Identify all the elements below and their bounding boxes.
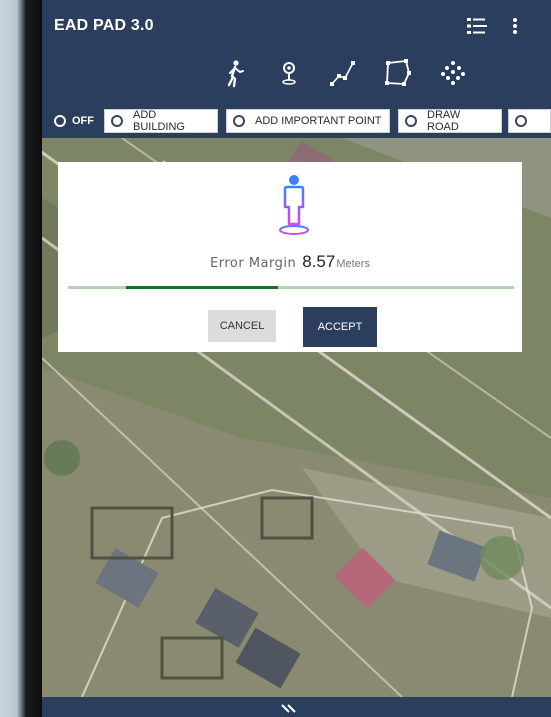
mode-off-radio[interactable]: OFF [54, 112, 94, 130]
mode-draw-road[interactable]: DRAW ROAD [398, 109, 502, 133]
error-margin-value: 8.57 [302, 252, 336, 271]
radio-circle-icon [233, 115, 245, 127]
radio-circle-icon [405, 115, 417, 127]
mode-option-clipped[interactable] [508, 109, 551, 133]
radio-circle-icon [54, 115, 66, 127]
radio-circle-icon [111, 115, 123, 127]
expand-chevron-icon[interactable] [278, 703, 304, 717]
polygon-icon[interactable] [382, 58, 412, 88]
more-options-icon[interactable] [508, 14, 522, 38]
mode-option-label: ADD IMPORTANT POINT [255, 115, 382, 127]
accuracy-progress-bar [68, 286, 514, 289]
mode-add-building[interactable]: ADD BUILDING [104, 109, 218, 133]
app-title: EAD PAD 3.0 [54, 17, 154, 34]
bottom-bar [42, 697, 551, 717]
polyline-icon[interactable] [328, 58, 358, 88]
mode-option-label: DRAW ROAD [427, 109, 461, 133]
list-view-icon[interactable] [466, 16, 488, 36]
mode-selector-bar: OFF ADD BUILDING ADD IMPORTANT POINT DRA… [42, 104, 551, 138]
accept-button[interactable]: ACCEPT [303, 307, 377, 347]
person-location-icon [279, 175, 309, 235]
point-cloud-icon[interactable] [438, 58, 468, 88]
error-margin-label: Error Margin [210, 256, 297, 271]
error-margin-unit: Meters [336, 258, 370, 270]
mode-add-important-point[interactable]: ADD IMPORTANT POINT [226, 109, 390, 133]
mode-off-label: OFF [72, 115, 94, 127]
tablet-screen: EAD PAD 3.0 OFF ADD BUILDING ADD IMPORTA… [42, 0, 551, 717]
device-bezel [0, 0, 42, 717]
accuracy-progress-fill [126, 286, 278, 289]
mode-option-label: ADD BUILDING [132, 109, 185, 133]
location-pin-icon[interactable] [274, 58, 304, 88]
cancel-button[interactable]: CANCEL [208, 310, 276, 342]
error-margin-row: Error Margin 8.57Meters [58, 252, 522, 272]
walk-icon[interactable] [220, 58, 250, 88]
radio-circle-icon [515, 115, 527, 127]
app-bar: EAD PAD 3.0 [42, 0, 551, 104]
gps-accuracy-dialog: Error Margin 8.57Meters CANCEL ACCEPT [58, 162, 522, 352]
